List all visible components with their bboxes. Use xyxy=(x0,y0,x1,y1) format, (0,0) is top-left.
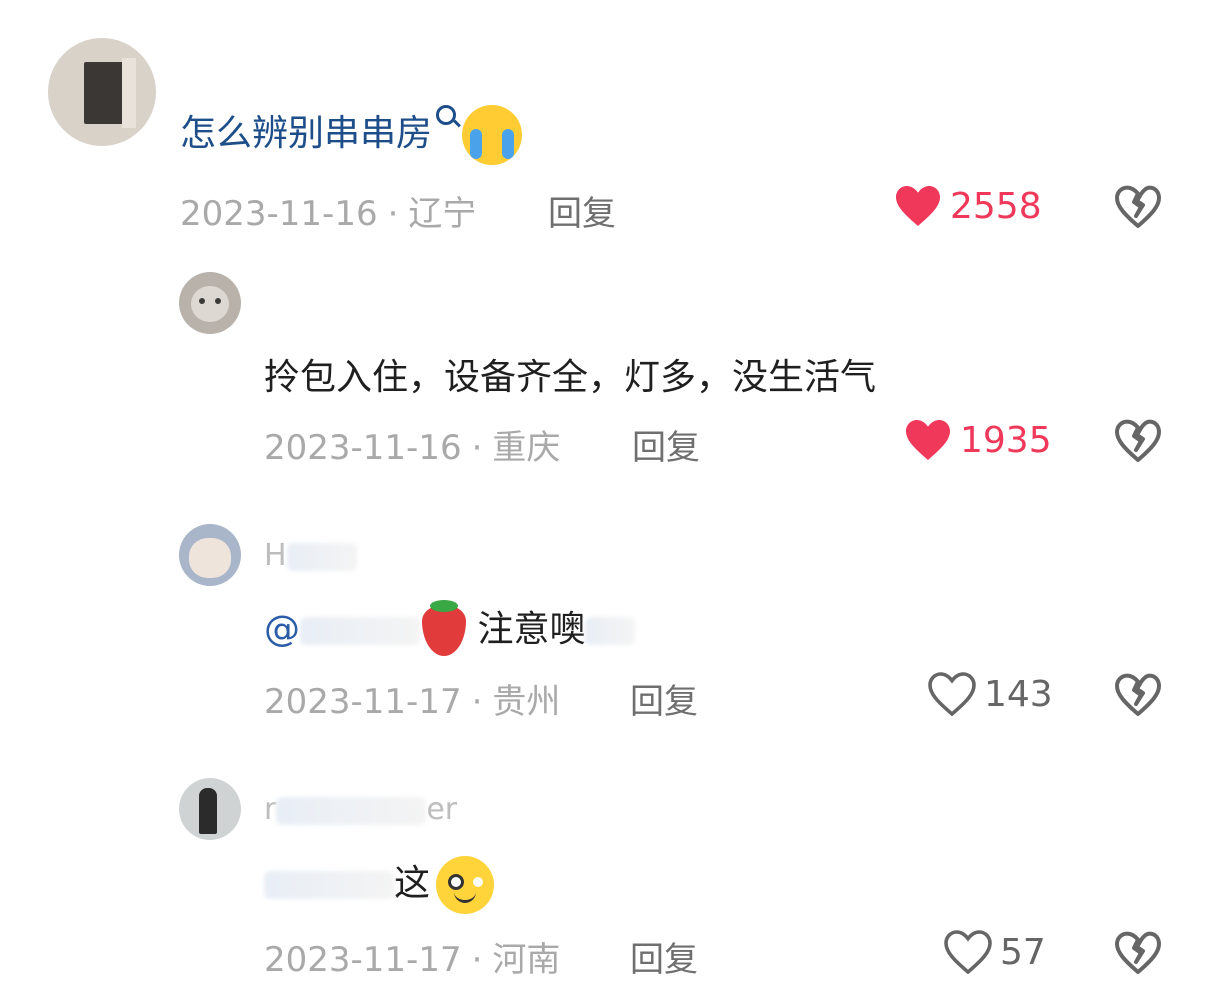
comment-text: 拎包入住，设备齐全，灯多，没生活气 xyxy=(264,357,877,398)
comment-meta: 2023-11-17 · 贵州 xyxy=(264,682,561,722)
heart-icon xyxy=(894,184,942,228)
comment-date: 2023-11-16 xyxy=(264,428,462,468)
comment-meta: 2023-11-17 · 河南 xyxy=(264,940,561,980)
comment-text: 怎么辨别串串房 xyxy=(180,104,523,165)
heart-icon xyxy=(904,418,952,462)
redacted-text xyxy=(585,617,636,645)
comment-text: @ 注意噢 xyxy=(264,600,636,656)
comment-location: 贵州 xyxy=(492,682,561,722)
smiling-face-emoji xyxy=(436,856,495,914)
avatar[interactable] xyxy=(48,38,156,146)
like-button[interactable]: 1935 xyxy=(904,418,1052,462)
dislike-icon[interactable] xyxy=(1114,418,1162,466)
redacted-name xyxy=(276,796,427,825)
mention-link[interactable]: @ xyxy=(264,609,300,650)
heart-icon xyxy=(944,930,992,974)
reply-button[interactable]: 回复 xyxy=(630,932,698,981)
comment-text-content: 这 xyxy=(394,863,431,904)
comment-meta: 2023-11-16 · 辽宁 xyxy=(180,194,477,234)
dislike-icon[interactable] xyxy=(1114,184,1162,232)
dislike-icon[interactable] xyxy=(1114,930,1162,978)
comment-meta: 2023-11-16 · 重庆 xyxy=(264,428,561,468)
username-visible: r xyxy=(264,792,277,827)
like-count: 2558 xyxy=(950,185,1042,227)
username-visible: H xyxy=(264,538,287,573)
comment-date: 2023-11-17 xyxy=(264,940,462,980)
redacted-text xyxy=(264,871,394,899)
reply-button[interactable]: 回复 xyxy=(630,674,698,723)
comment-location: 重庆 xyxy=(492,428,561,468)
dislike-icon[interactable] xyxy=(1114,672,1162,720)
comment-location: 河南 xyxy=(492,940,561,980)
redacted-name xyxy=(286,542,357,571)
search-icon[interactable] xyxy=(436,105,457,125)
avatar[interactable] xyxy=(179,524,241,586)
like-count: 57 xyxy=(1000,931,1046,973)
like-button[interactable]: 57 xyxy=(944,930,1046,974)
username[interactable]: H xyxy=(264,538,357,573)
like-button[interactable]: 143 xyxy=(928,672,1053,716)
redacted-mention xyxy=(300,617,420,645)
avatar[interactable] xyxy=(179,778,241,840)
like-count: 1935 xyxy=(960,419,1052,461)
avatar[interactable] xyxy=(179,272,241,334)
reply-button[interactable]: 回复 xyxy=(548,186,616,235)
comment-date: 2023-11-17 xyxy=(264,682,462,722)
username[interactable]: r er xyxy=(264,792,457,827)
crying-face-emoji xyxy=(462,105,523,165)
reply-button[interactable]: 回复 xyxy=(632,420,700,469)
comment-text: 这 xyxy=(264,854,495,914)
comment-date: 2023-11-16 xyxy=(180,194,378,234)
comment-location: 辽宁 xyxy=(408,194,477,234)
username-suffix: er xyxy=(426,792,458,827)
like-count: 143 xyxy=(984,673,1053,715)
comment-text-content: 注意噢 xyxy=(477,609,586,650)
strawberry-emoji xyxy=(422,600,466,656)
heart-icon xyxy=(928,672,976,716)
like-button[interactable]: 2558 xyxy=(894,184,1042,228)
comment-text-content: 怎么辨别串串房 xyxy=(180,113,433,154)
